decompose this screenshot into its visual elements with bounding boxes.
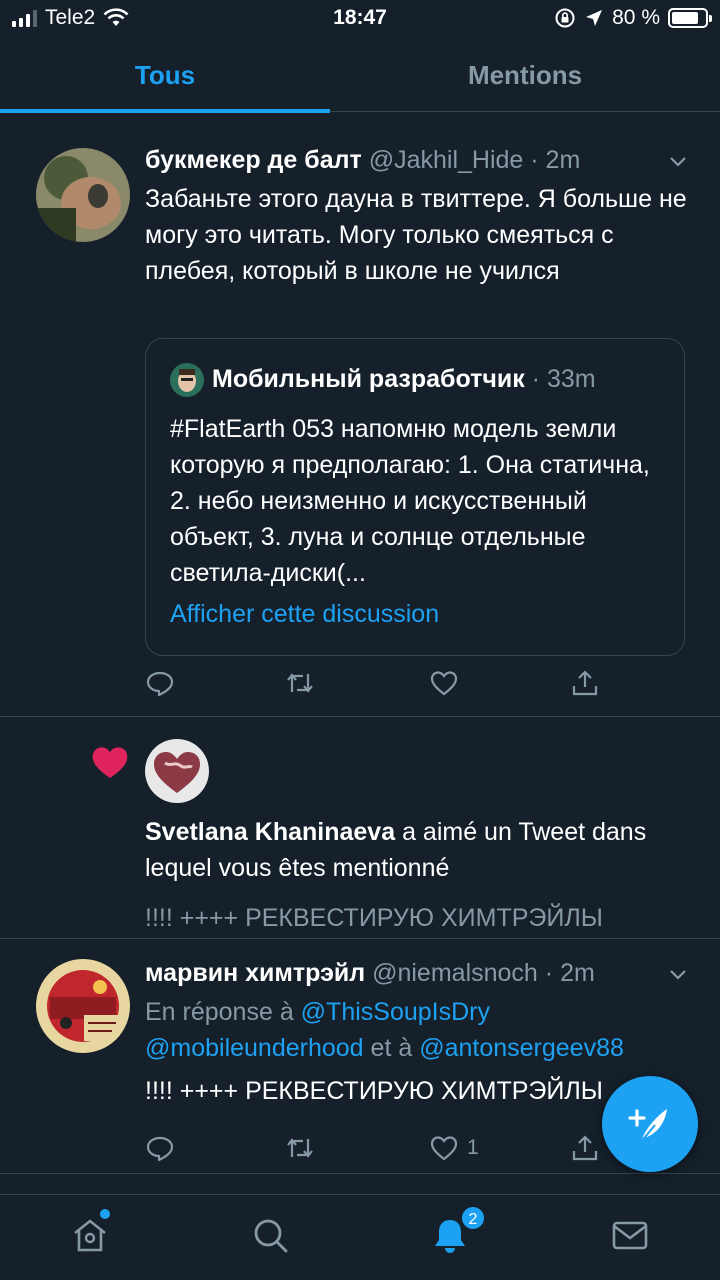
author-name[interactable]: марвин химтрэйл	[145, 959, 365, 987]
like-description: Svetlana Khaninaeva a aimé un Tweet dans…	[145, 814, 665, 886]
notification-tabs: Tous Mentions	[0, 40, 720, 113]
share-icon	[572, 670, 598, 696]
liker-name[interactable]: Svetlana Khaninaeva	[145, 818, 395, 846]
tweet-time: 2m	[545, 146, 581, 174]
author-name[interactable]: букмекер де балт	[145, 146, 362, 174]
share-icon	[572, 1135, 598, 1161]
mail-icon	[612, 1221, 648, 1250]
retweet-icon	[287, 1138, 313, 1158]
quote-header: Мобильный разработчик · 33m	[212, 365, 596, 394]
quote-avatar	[170, 363, 204, 397]
like-button[interactable]	[429, 668, 459, 698]
tweet-item[interactable]: букмекер де балт @Jakhil_Hide · 2m Забан…	[0, 112, 720, 717]
tweet-text: !!!! ++++ РЕКВЕСТИРУЮ ХИМТРЭЙЛЫ	[145, 1077, 603, 1105]
author-handle: @Jakhil_Hide	[368, 146, 524, 174]
share-button[interactable]	[570, 1133, 600, 1163]
like-count: 1	[467, 1136, 479, 1159]
battery-icon	[668, 8, 712, 28]
compose-tweet-button[interactable]	[602, 1076, 698, 1172]
nav-notifications[interactable]: 2	[430, 1205, 486, 1259]
quote-author-name: Мобильный разработчик	[212, 365, 525, 393]
heart-icon	[430, 671, 458, 696]
nav-home[interactable]	[70, 1209, 114, 1259]
avatar[interactable]	[36, 148, 130, 242]
avatar[interactable]	[36, 959, 130, 1053]
bottom-navigation: 2	[0, 1194, 720, 1280]
show-thread-link[interactable]: Afficher cette discussion	[170, 596, 439, 632]
mention-link[interactable]: @mobileunderhood	[145, 1034, 364, 1062]
author-handle: @niemalsnoch	[372, 959, 538, 987]
search-icon	[254, 1219, 288, 1253]
tab-all[interactable]: Tous	[0, 40, 330, 110]
quote-time: 33m	[546, 365, 596, 393]
tweet-text: Забаньте этого дауна в твиттере. Я больш…	[145, 185, 687, 285]
reply-and: et à	[363, 1034, 420, 1062]
chevron-down-icon[interactable]	[668, 152, 688, 172]
location-arrow-icon	[586, 10, 603, 26]
heart-icon	[92, 747, 128, 778]
reply-prefix: En réponse à	[145, 998, 301, 1026]
orientation-lock-icon	[555, 8, 575, 28]
tweet-time: 2m	[560, 959, 595, 987]
share-button[interactable]	[570, 668, 600, 698]
mention-link[interactable]: @ThisSoupIsDry	[301, 998, 490, 1026]
separator-dot: ·	[537, 959, 561, 987]
like-button[interactable]: 1	[429, 1133, 479, 1163]
liker-avatar[interactable]	[145, 739, 209, 803]
retweet-button[interactable]	[285, 668, 315, 698]
status-right: 80 %	[554, 6, 712, 30]
new-content-dot	[100, 1209, 110, 1219]
feather-plus-icon	[628, 1109, 667, 1144]
nav-messages[interactable]	[610, 1215, 654, 1259]
battery-fill	[672, 12, 698, 24]
tweet-actions	[145, 668, 605, 708]
tweet-header: букмекер де балт @Jakhil_Hide · 2m	[145, 146, 580, 175]
home-icon	[74, 1219, 106, 1252]
notifications-badge: 2	[460, 1205, 486, 1231]
reply-icon	[146, 671, 174, 697]
tweet-header: марвин химтрэйл @niemalsnoch · 2m	[145, 959, 595, 988]
tab-mentions[interactable]: Mentions	[360, 40, 690, 110]
reply-context: En réponse à @ThisSoupIsDry @mobileunder…	[145, 994, 705, 1066]
mention-link[interactable]: @antonsergeev88	[419, 1034, 624, 1062]
heart-icon	[430, 1136, 458, 1161]
nav-search[interactable]	[250, 1215, 294, 1259]
retweet-icon	[287, 673, 313, 693]
reply-icon	[146, 1136, 174, 1162]
reply-button[interactable]	[145, 1133, 175, 1163]
separator-dot: ·	[523, 146, 546, 174]
quote-text: #FlatEarth 053 напомню модель земли кото…	[170, 415, 650, 587]
like-notification[interactable]: Svetlana Khaninaeva a aimé un Tweet dans…	[0, 717, 720, 939]
liked-tweet-preview[interactable]: !!!! ++++ РЕКВЕСТИРУЮ ХИМТРЭЙЛЫ	[145, 900, 603, 936]
reply-button[interactable]	[145, 668, 175, 698]
status-bar: Tele2 18:47 80 %	[0, 0, 720, 38]
battery-percent: 80 %	[612, 6, 660, 29]
retweet-button[interactable]	[285, 1133, 315, 1163]
quoted-tweet[interactable]: Мобильный разработчик · 33m #FlatEarth 0…	[145, 338, 685, 656]
tweet-actions: 1	[145, 1133, 605, 1173]
chevron-down-icon[interactable]	[668, 965, 688, 985]
separator-dot: ·	[524, 365, 547, 393]
